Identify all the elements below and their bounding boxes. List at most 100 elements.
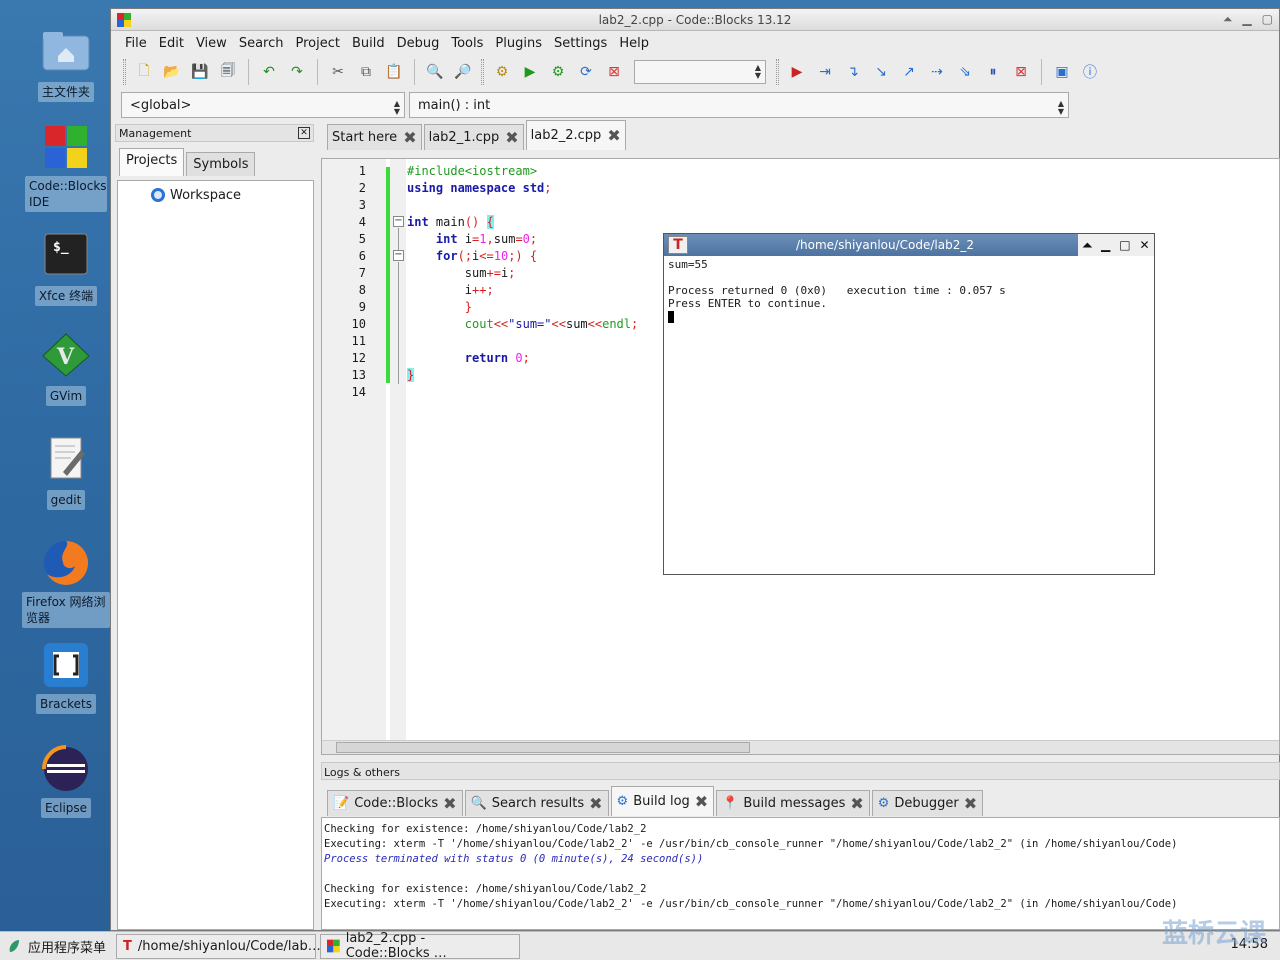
line-number: 1 xyxy=(358,164,366,178)
function-select[interactable]: main() : int ▲ ▼ xyxy=(409,92,1069,118)
tab-search-results[interactable]: 🔍 Search results ✖ xyxy=(464,790,609,816)
tab-debugger[interactable]: ⚙ Debugger ✖ xyxy=(871,790,984,816)
open-file-icon[interactable]: 📂 xyxy=(160,60,184,84)
toolbar-grip[interactable] xyxy=(123,59,126,85)
build-and-run-icon[interactable]: ⚙ xyxy=(546,60,570,84)
tab-build-messages[interactable]: 📍 Build messages ✖ xyxy=(716,790,870,816)
tab-start-here[interactable]: Start here ✖ xyxy=(327,124,422,150)
close-icon[interactable]: ✖ xyxy=(964,795,977,811)
menu-view[interactable]: View xyxy=(190,36,233,51)
save-icon[interactable]: 💾 xyxy=(188,60,212,84)
toolbar-grip[interactable] xyxy=(481,59,484,85)
desktop-icon-firefox[interactable]: Firefox 网络浏览器 xyxy=(22,538,110,628)
close-icon[interactable]: ✕ xyxy=(298,127,310,139)
desktop-icon-gvim[interactable]: V GVim xyxy=(22,332,110,406)
run-to-cursor-icon[interactable]: ⇥ xyxy=(813,60,837,84)
run-icon[interactable]: ▶ xyxy=(518,60,542,84)
menu-settings[interactable]: Settings xyxy=(548,36,613,51)
menu-debug[interactable]: Debug xyxy=(391,36,446,51)
step-instruction-icon[interactable]: ⇘ xyxy=(953,60,977,84)
scope-select[interactable]: <global> ▲ ▼ xyxy=(121,92,405,118)
paste-icon[interactable]: 📋 xyxy=(382,60,406,84)
debug-info-icon[interactable]: ⓘ xyxy=(1078,60,1102,84)
pause-icon[interactable]: ⏸ xyxy=(981,60,1005,84)
abort-icon[interactable]: ⊠ xyxy=(602,60,626,84)
maximize-icon[interactable]: ▢ xyxy=(1262,12,1273,27)
tab-build-log[interactable]: ⚙ Build log ✖ xyxy=(610,786,715,816)
new-file-icon[interactable]: 🗋 xyxy=(132,60,156,84)
rebuild-icon[interactable]: ⟳ xyxy=(574,60,598,84)
menu-edit[interactable]: Edit xyxy=(153,36,190,51)
desktop-icon-eclipse[interactable]: Eclipse xyxy=(22,744,110,818)
tab-symbols[interactable]: Symbols xyxy=(186,152,256,176)
undo-icon[interactable]: ↶ xyxy=(257,60,281,84)
minimize-icon[interactable]: ▁ xyxy=(1242,12,1251,27)
desktop-icon-brackets[interactable]: Brackets xyxy=(22,640,110,714)
stop-debugger-icon[interactable]: ⊠ xyxy=(1009,60,1033,84)
fold-toggle-icon[interactable]: − xyxy=(393,216,404,227)
scrollbar-thumb[interactable] xyxy=(336,742,750,753)
redo-icon[interactable]: ↷ xyxy=(285,60,309,84)
applications-menu-button[interactable]: 应用程序菜单 xyxy=(0,934,112,959)
codeblocks-icon xyxy=(327,939,340,953)
next-line-icon[interactable]: ↴ xyxy=(841,60,865,84)
tab-projects[interactable]: Projects xyxy=(119,148,185,176)
shade-icon[interactable]: ⏶ xyxy=(1082,238,1092,253)
save-all-icon[interactable]: 🗐 xyxy=(216,60,240,84)
tab-lab2-1[interactable]: lab2_1.cpp ✖ xyxy=(423,124,524,150)
line-number: 5 xyxy=(358,232,366,246)
next-instruction-icon[interactable]: ⇢ xyxy=(925,60,949,84)
close-icon[interactable]: ✖ xyxy=(505,129,518,145)
desktop-icon-gedit[interactable]: gedit xyxy=(22,436,110,510)
firefox-icon xyxy=(41,538,91,588)
build-target-select[interactable]: ▲ ▼ xyxy=(634,60,766,84)
build-gear-icon[interactable]: ⚙ xyxy=(490,60,514,84)
close-icon[interactable]: ✖ xyxy=(695,793,708,809)
menu-help[interactable]: Help xyxy=(613,36,655,51)
desktop-icon-terminal[interactable]: $_ Xfce 终端 xyxy=(22,232,110,306)
step-into-icon[interactable]: ↘ xyxy=(869,60,893,84)
menu-project[interactable]: Project xyxy=(289,36,345,51)
close-icon[interactable]: ✖ xyxy=(850,795,863,811)
menu-file[interactable]: File xyxy=(119,36,153,51)
menu-plugins[interactable]: Plugins xyxy=(489,36,548,51)
taskbar: 应用程序菜单 T /home/shiyanlou/Code/lab… lab2_… xyxy=(0,931,1280,960)
cut-icon[interactable]: ✂ xyxy=(326,60,350,84)
tree-item-label: Workspace xyxy=(170,187,242,203)
fold-margin: − − xyxy=(390,159,406,742)
xterm-window[interactable]: T /home/shiyanlou/Code/lab2_2 ⏶ ▁ □ ✕ su… xyxy=(663,233,1155,575)
step-out-icon[interactable]: ↗ xyxy=(897,60,921,84)
taskbar-item-xterm[interactable]: T /home/shiyanlou/Code/lab… xyxy=(116,933,321,959)
close-icon[interactable]: ✕ xyxy=(1139,238,1149,252)
menu-tools[interactable]: Tools xyxy=(445,36,489,51)
replace-icon[interactable]: 🔎 xyxy=(451,60,475,84)
close-icon[interactable]: ✖ xyxy=(443,795,456,811)
line-number: 6 xyxy=(358,249,366,263)
close-icon[interactable]: ✖ xyxy=(403,129,416,145)
tab-lab2-2[interactable]: lab2_2.cpp ✖ xyxy=(525,120,626,150)
horizontal-scrollbar[interactable] xyxy=(322,740,1279,754)
tree-item-workspace[interactable]: Workspace xyxy=(150,187,241,203)
taskbar-item-codeblocks[interactable]: lab2_2.cpp - Code::Blocks … xyxy=(320,931,521,960)
debug-start-icon[interactable]: ▶ xyxy=(785,60,809,84)
title-bar[interactable]: lab2_2.cpp - Code::Blocks 13.12 ⏶ ▁ ▢ xyxy=(111,9,1279,31)
xterm-title-bar[interactable]: T /home/shiyanlou/Code/lab2_2 ⏶ ▁ □ ✕ xyxy=(664,234,1154,256)
minimize-icon[interactable]: ▁ xyxy=(1101,238,1110,252)
watermark-logo: 蓝桥云课 xyxy=(1161,919,1266,949)
build-log-output[interactable]: Checking for existence: /home/shiyanlou/… xyxy=(321,817,1280,930)
find-icon[interactable]: 🔍 xyxy=(423,60,447,84)
menu-build[interactable]: Build xyxy=(346,36,391,51)
close-icon[interactable]: ✖ xyxy=(607,127,620,143)
tab-codeblocks-log[interactable]: 📝 Code::Blocks ✖ xyxy=(327,790,463,816)
debug-windows-icon[interactable]: ▣ xyxy=(1050,60,1074,84)
copy-icon[interactable]: ⧉ xyxy=(354,60,378,84)
close-icon[interactable]: ✖ xyxy=(589,795,602,811)
maximize-icon[interactable]: □ xyxy=(1119,238,1130,252)
menu-search[interactable]: Search xyxy=(233,36,290,51)
toolbar-grip[interactable] xyxy=(776,59,779,85)
fold-toggle-icon[interactable]: − xyxy=(393,250,404,261)
logs-header: Logs & others xyxy=(321,762,1280,780)
shade-icon[interactable]: ⏶ xyxy=(1223,12,1233,27)
desktop-icon-codeblocks[interactable]: Code::Blocks IDE xyxy=(22,122,110,212)
desktop-icon-home[interactable]: 主文件夹 xyxy=(22,28,110,102)
